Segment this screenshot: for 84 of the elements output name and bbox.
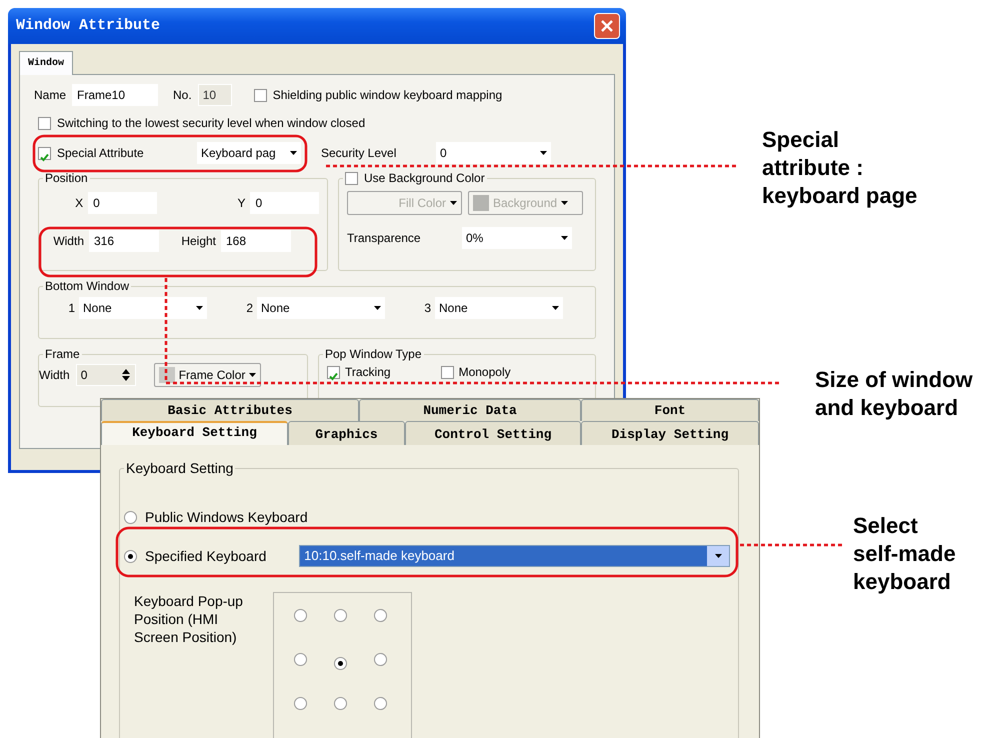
caret-icon [552,306,559,310]
window-title: Window Attribute [16,16,160,36]
tab[interactable]: Graphics [288,421,405,445]
checkbox-label: Tracking [345,364,391,381]
input-field[interactable]: 168 [221,230,291,252]
tab[interactable]: Keyboard Setting [101,421,288,445]
tab[interactable]: Window [19,51,74,75]
caret-icon [714,554,722,558]
dropdown[interactable]: 0 [436,142,551,164]
spin-arrows-icon [120,367,131,383]
caret-icon [561,201,568,205]
field-label: Security Level [321,145,398,162]
tab[interactable]: Font [581,399,759,421]
slot-label: 3 [423,300,431,317]
checkbox-label: Special Attribute [57,145,145,162]
radio-button[interactable] [334,697,347,710]
field-label: Name [34,87,66,104]
input-field[interactable]: 316 [89,230,159,252]
radio-button[interactable] [334,657,347,670]
close-button[interactable] [594,13,620,39]
close-icon [601,20,613,32]
radio-button[interactable] [334,609,347,622]
frame-color-button[interactable]: Frame Color [154,363,262,387]
checkbox-label: Monopoly [458,364,511,381]
input-field[interactable]: 0 [250,192,319,214]
callout-text: Size of window and keyboard [815,366,973,422]
group-title: Keyboard Setting [125,461,234,475]
checkbox-label: Shielding public window keyboard mapping [272,87,502,104]
tab[interactable]: Display Setting [581,421,759,445]
radio-button[interactable] [294,609,307,622]
checkbox[interactable] [38,146,51,160]
tab[interactable]: Numeric Data [359,399,581,421]
radio-label: Specified Keyboard [145,546,268,566]
radio-button[interactable] [124,550,137,562]
field-label: Width [52,233,85,250]
dropdown[interactable]: None [257,297,385,319]
checkbox-label: Switching to the lowest security level when window closed [57,115,366,132]
field-label: Height [180,233,217,250]
checkbox[interactable] [38,116,51,130]
group-title: Pop Window Type [324,347,422,361]
group-title: Frame [44,347,81,361]
tab[interactable]: Basic Attributes [101,399,359,421]
radio-button[interactable] [294,653,307,666]
radio-button[interactable] [124,510,137,524]
field-label: No. [173,87,192,104]
field-label: Transparence [347,230,422,247]
caret-icon [561,236,568,240]
checkbox[interactable] [440,366,454,378]
checkbox[interactable] [327,366,340,378]
group-title: Position [44,171,89,185]
dropdown[interactable]: None [435,297,563,319]
swatch-icon [158,367,175,383]
input-field[interactable]: Frame10 [72,84,158,106]
group-title: Bottom Window [44,279,130,293]
selected-value: 10:10.self-made keyboard [304,547,454,566]
radio-label: Public Windows Keyboard [145,508,308,527]
callout-text: Select self-made keyboard [853,512,956,596]
callout-text: Special attribute : keyboard page [762,126,918,210]
caret-icon [450,201,457,205]
dropdown[interactable]: None [79,297,207,319]
field-label: Width [39,367,70,384]
checkbox[interactable] [254,88,267,102]
tab[interactable]: Control Setting [405,421,581,445]
slot-label: 2 [245,300,253,317]
radio-button[interactable] [374,697,387,710]
checkbox-label: Use Background Color [364,171,485,185]
field-label: X [74,195,84,212]
caret-icon [540,151,547,155]
dropdown[interactable]: Keyboard pag [197,142,301,164]
keyboard-dropdown[interactable]: 10:10.self-made keyboard [299,545,730,567]
dropdown-button[interactable] [707,546,729,566]
caret-icon [196,306,203,310]
input-field[interactable]: 0 [88,192,157,214]
field-label: Y [236,195,246,212]
spin-field[interactable]: 0 [76,364,136,386]
caret-icon [249,373,256,377]
radio-button[interactable] [294,697,307,710]
radio-button[interactable] [374,609,387,622]
slot-label: 1 [67,300,75,317]
caret-icon [290,151,297,155]
radio-button[interactable] [374,653,387,666]
caret-icon [374,306,381,310]
field-label: Keyboard Pop-up Position (HMI Screen Position) [134,592,244,647]
swatch-icon [473,195,489,211]
